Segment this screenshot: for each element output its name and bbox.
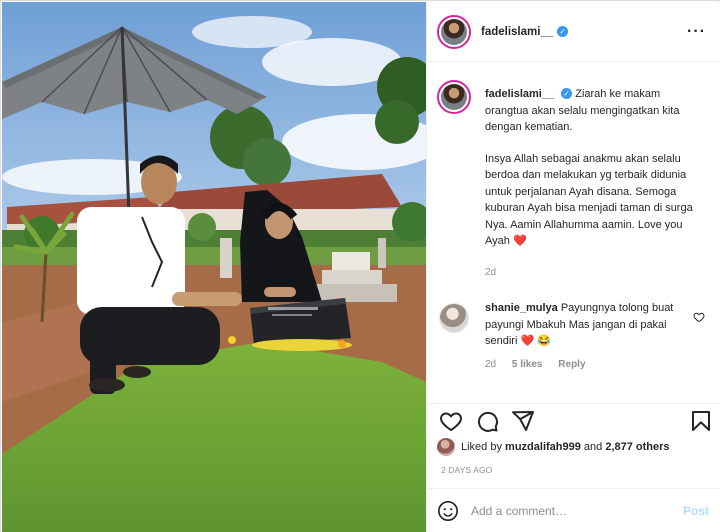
comment-meta: 2d 5 likes Reply xyxy=(485,357,690,374)
commenter-avatar[interactable] xyxy=(439,303,469,333)
comment-time[interactable]: 2d xyxy=(485,359,496,370)
verified-icon: ✓ xyxy=(557,26,569,37)
author-username[interactable]: fadelislami__ xyxy=(481,26,553,38)
liker-avatar[interactable] xyxy=(437,438,455,456)
post-button[interactable]: Post xyxy=(683,504,709,518)
commenter-username[interactable]: shanie_mulya xyxy=(485,302,558,314)
action-bar xyxy=(427,403,719,439)
comment-input[interactable] xyxy=(471,503,681,518)
likes-count[interactable]: 2,877 others xyxy=(605,441,669,453)
verified-icon: ✓ xyxy=(561,88,573,99)
caption-avatar[interactable] xyxy=(437,80,471,114)
comment-item: shanie_mulya Payungnya tolong buat payun… xyxy=(439,300,705,373)
reply-button[interactable]: Reply xyxy=(558,359,585,370)
share-icon[interactable] xyxy=(511,409,535,433)
comment-like-icon[interactable] xyxy=(693,311,705,326)
likes-and: and xyxy=(583,441,603,453)
comment-icon[interactable] xyxy=(475,409,499,433)
likes-prefix: Liked by xyxy=(461,441,502,453)
post-sidebar: fadelislami__ ✓ ··· fadelislami__ ✓ Ziar… xyxy=(426,2,720,532)
add-comment-bar: Post xyxy=(427,488,719,532)
post-header: fadelislami__ ✓ ··· xyxy=(427,2,720,62)
cemetery-photo xyxy=(2,2,426,532)
like-icon[interactable] xyxy=(439,409,463,433)
caption-text: fadelislami__ ✓ Ziarah ke makam orangtua… xyxy=(485,86,695,281)
caption-paragraph-2: Insya Allah sebagai anakmu akan selalu b… xyxy=(485,152,693,248)
bookmark-icon[interactable] xyxy=(689,409,713,433)
post-date[interactable]: 2 DAYS AGO xyxy=(441,465,492,475)
likes-summary: Liked by muzdalifah999 and 2,877 others xyxy=(437,437,670,457)
author-avatar[interactable] xyxy=(437,14,471,49)
comment-emojis: ❤️ 😂 xyxy=(520,335,551,347)
comment-text: shanie_mulya Payungnya tolong buat payun… xyxy=(485,300,690,373)
heart-emoji: ❤️ xyxy=(512,235,527,247)
comment-likes[interactable]: 5 likes xyxy=(512,359,543,370)
caption: fadelislami__ ✓ Ziarah ke makam orangtua… xyxy=(437,80,707,281)
more-options-icon[interactable]: ··· xyxy=(687,23,706,41)
caption-username[interactable]: fadelislami__ xyxy=(485,88,554,100)
caption-time[interactable]: 2d xyxy=(485,265,695,282)
liker-username[interactable]: muzdalifah999 xyxy=(505,441,581,453)
post-photo[interactable] xyxy=(2,2,426,532)
comments-section: fadelislami__ ✓ Ziarah ke makam orangtua… xyxy=(427,63,719,403)
emoji-icon[interactable] xyxy=(437,500,459,522)
instagram-post-frame: fadelislami__ ✓ ··· fadelislami__ ✓ Ziar… xyxy=(0,0,720,532)
